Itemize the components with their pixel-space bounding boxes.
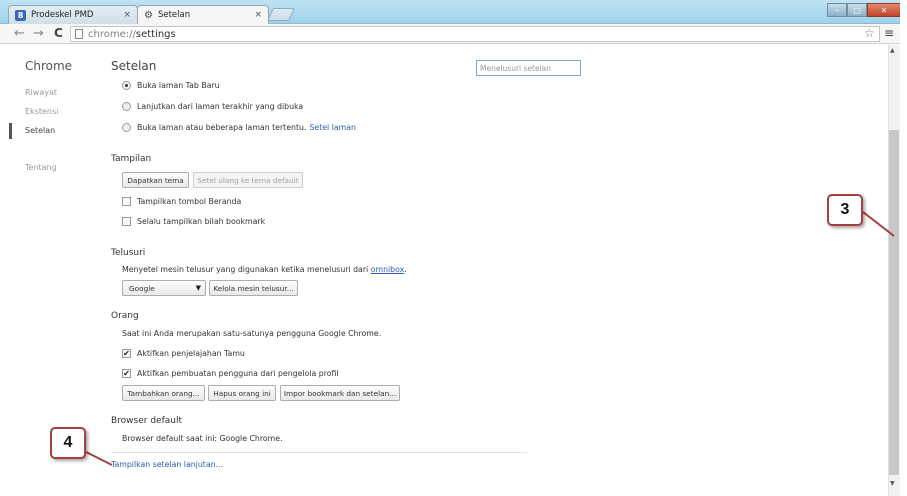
startup-option-specific-pages[interactable]: Buka laman atau beberapa laman tertentu.… [122,123,356,132]
get-themes-button[interactable]: Dapatkan tema [122,172,189,188]
startup-option-new-tab[interactable]: Buka laman Tab Baru [122,81,220,90]
chrome-menu-icon[interactable]: ≡ [884,26,894,40]
settings-page: Chrome Riwayat Ekstensi Setelan Tentang … [0,45,888,496]
show-bookmarks-bar-option[interactable]: Selalu tampilkan bilah bookmark [122,217,265,226]
people-description: Saat ini Anda merupakan satu-satunya pen… [122,329,382,338]
search-engine-select[interactable]: Google ▼ [122,280,206,296]
tab-prodeskel[interactable]: 8 Prodeskel PMD × [8,5,138,24]
page-title: Setelan [111,59,157,73]
checkbox[interactable]: ✔ [122,349,131,358]
sidebar-title: Chrome [25,59,73,73]
omnibox-link[interactable]: omnibox [371,265,405,274]
show-advanced-settings-link[interactable]: Tampilkan setelan lanjutan... [111,460,223,469]
radio-button[interactable] [122,81,131,90]
radio-button[interactable] [122,102,131,111]
window-edge [900,0,907,496]
checkbox[interactable] [122,217,131,226]
divider [111,452,527,453]
search-description: Menyetel mesin telusur yang digunakan ke… [122,265,407,274]
startup-option-continue[interactable]: Lanjutkan dari laman terakhir yang dibuk… [122,102,303,111]
tab-settings[interactable]: ⚙ Setelan × [137,5,269,24]
close-icon[interactable]: × [123,10,131,20]
forward-button[interactable]: → [33,26,44,41]
checkbox[interactable] [122,197,131,206]
sidebar-item-settings[interactable]: Setelan [25,126,55,135]
manage-search-engines-button[interactable]: Kelola mesin telusur... [209,280,298,296]
minimize-button[interactable]: – [827,3,847,17]
prodeskel-favicon-icon: 8 [15,9,26,21]
sidebar-item-extensions[interactable]: Ekstensi [25,107,58,116]
address-bar[interactable]: chrome://settings [70,26,880,42]
caret-down-icon: ▼ [195,284,201,292]
title-bar: 8 Prodeskel PMD × ⚙ Setelan × – □ ✕ [0,0,907,24]
guest-browsing-option[interactable]: ✔ Aktifkan penjelajahan Tamu [122,349,245,358]
close-window-button[interactable]: ✕ [867,3,901,17]
supervised-user-option[interactable]: ✔ Aktifkan pembuatan pengguna dari penge… [122,369,339,378]
scroll-down-arrow-icon[interactable]: ▼ [890,480,895,487]
page-icon [75,29,83,39]
browser-toolbar: ← → C chrome://settings ☆ ≡ [0,24,907,44]
default-browser-heading: Browser default [111,416,182,426]
callout-3: 3 [827,194,863,226]
people-heading: Orang [111,311,139,321]
url-text: chrome://settings [88,28,176,40]
set-pages-link[interactable]: Setel laman [309,123,356,132]
import-bookmarks-button[interactable]: Impor bookmark dan setelan... [280,385,400,401]
sidebar-selected-marker [9,123,12,139]
sidebar-item-about[interactable]: Tentang [25,163,57,172]
window-controls: – □ ✕ [827,3,901,17]
default-browser-description: Browser default saat ini: Google Chrome. [122,434,283,443]
tab-title: Setelan [157,10,191,20]
new-tab-button[interactable] [266,8,296,21]
remove-person-button[interactable]: Hapus orang ini [208,385,276,401]
scrollbar-thumb[interactable] [889,130,899,475]
bookmark-star-icon[interactable]: ☆ [864,26,875,40]
maximize-button[interactable]: □ [847,3,867,17]
search-input[interactable] [476,60,581,76]
gear-icon: ⚙ [144,9,153,21]
search-heading: Telusuri [111,248,146,258]
reset-theme-button[interactable]: Setel ulang ke tema default [193,172,303,188]
appearance-heading: Tampilan [111,154,152,164]
reload-button[interactable]: C [54,26,63,41]
show-home-button-option[interactable]: Tampilkan tombol Beranda [122,197,241,206]
close-icon[interactable]: × [254,10,262,20]
add-person-button[interactable]: Tambahkan orang... [122,385,205,401]
scroll-up-arrow-icon[interactable]: ▲ [890,47,895,54]
callout-4: 4 [50,427,86,459]
sidebar-item-history[interactable]: Riwayat [25,88,57,97]
checkbox[interactable]: ✔ [122,369,131,378]
radio-button[interactable] [122,123,131,132]
back-button[interactable]: ← [14,26,25,41]
tab-title: Prodeskel PMD [31,10,94,20]
